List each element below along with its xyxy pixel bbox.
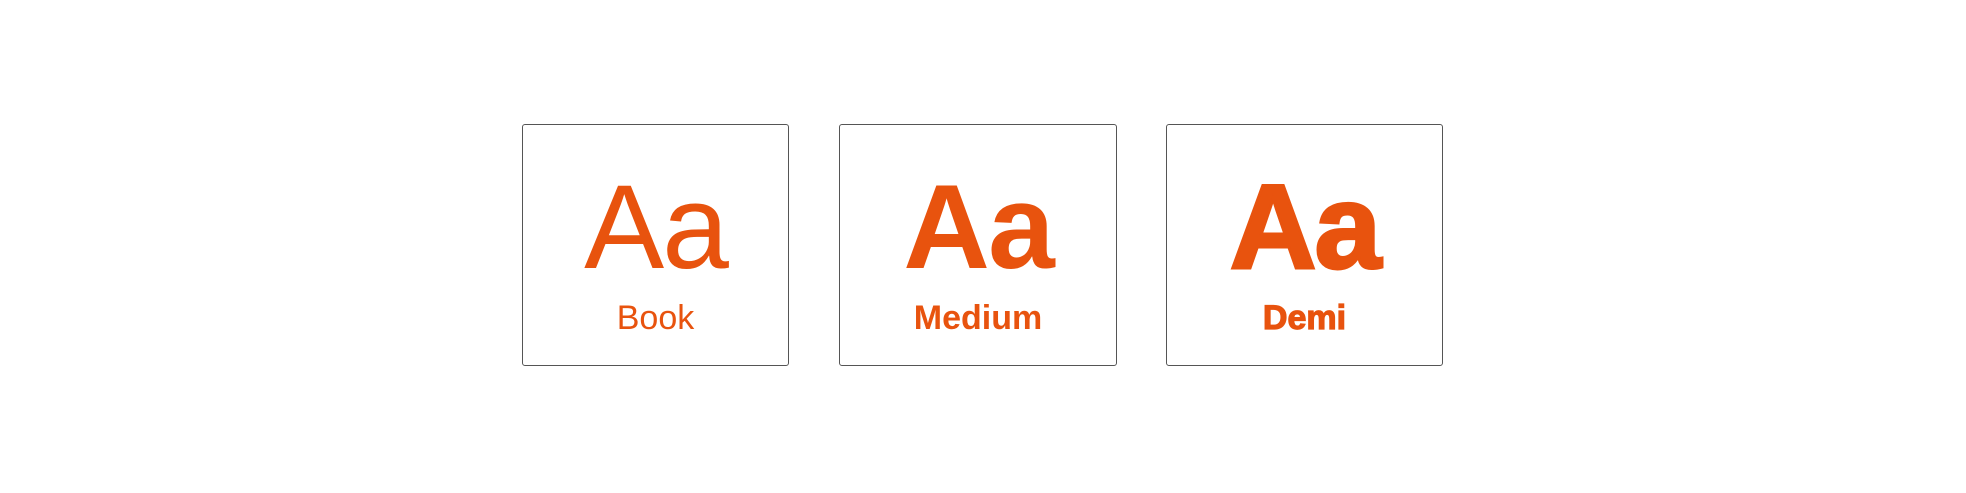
specimen-card-book: Aa Book	[522, 124, 789, 366]
specimen-label-demi: Demi	[1262, 299, 1347, 337]
specimen-card-medium: Aa Medium	[839, 124, 1117, 366]
font-weight-specimens: Aa Book Aa Medium Aa Demi	[0, 0, 1966, 493]
specimen-glyph-demi: Aa	[1228, 160, 1382, 294]
specimen-glyph-book: Aa	[584, 160, 729, 294]
specimen-card-demi: Aa Demi	[1166, 124, 1443, 366]
specimen-label-medium: Medium	[913, 299, 1043, 337]
specimen-glyph-medium: Aa	[903, 160, 1054, 294]
specimen-label-book: Book	[616, 299, 695, 337]
